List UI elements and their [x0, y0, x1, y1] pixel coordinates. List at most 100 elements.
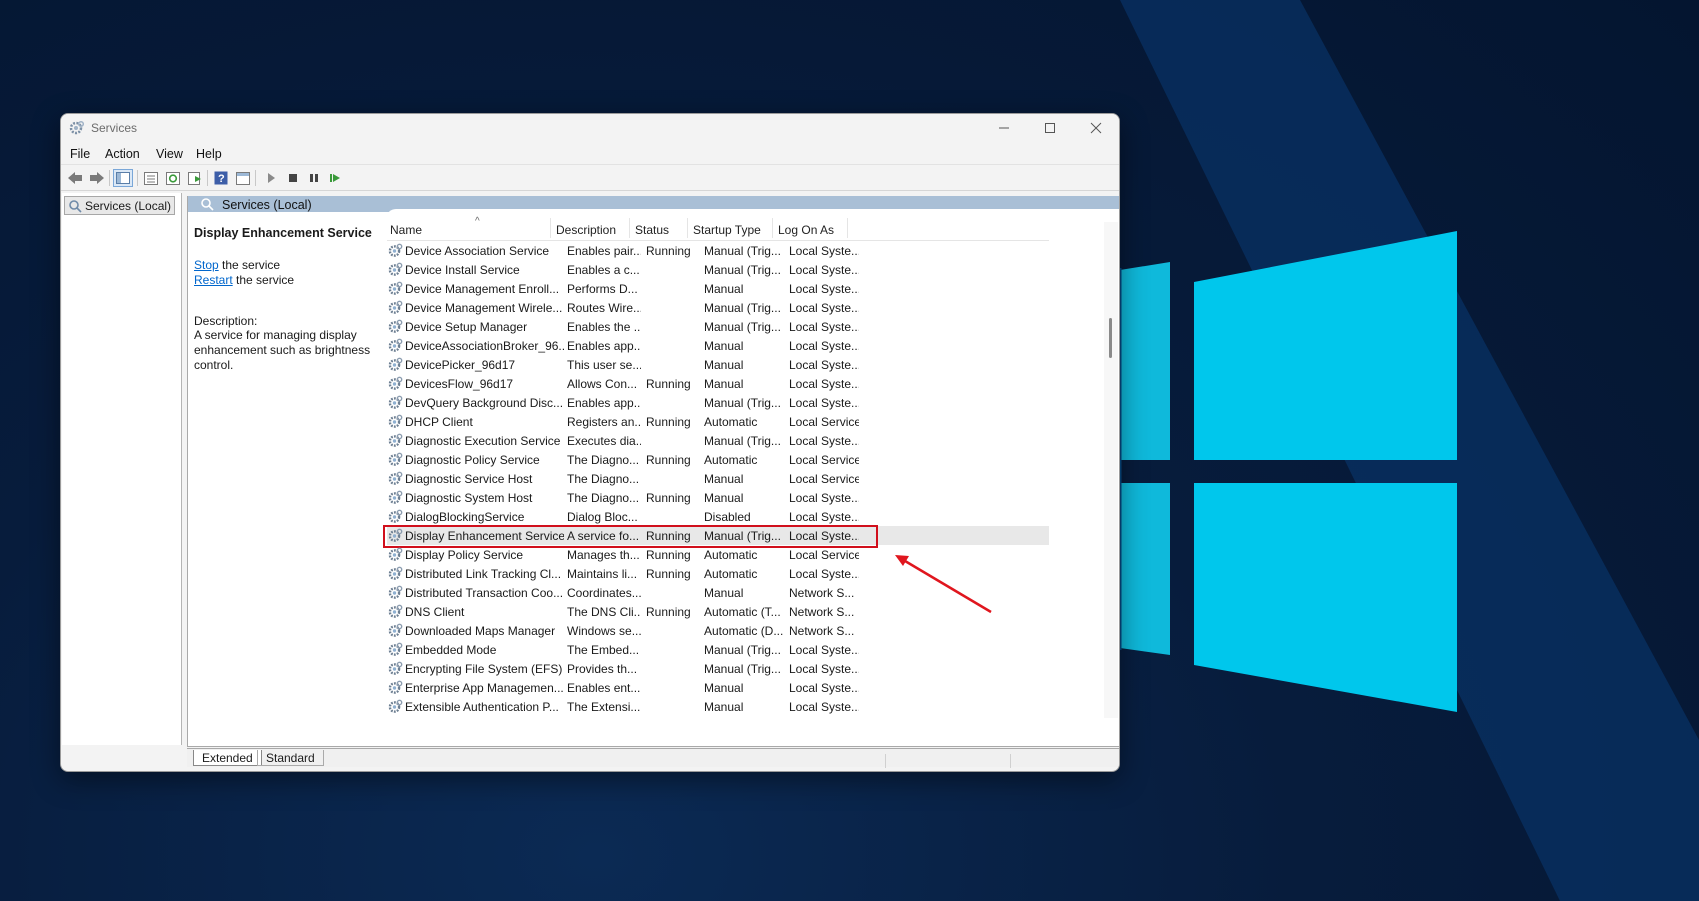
table-row[interactable]: DevicePicker_96d17 This user se... Manual L… — [387, 355, 1049, 374]
service-gear-icon — [388, 395, 403, 413]
back-icon[interactable] — [65, 169, 85, 187]
service-name: DeviceAssociationBroker_96... — [405, 339, 564, 353]
view-tabs: Extended Standard — [187, 748, 1119, 767]
table-row[interactable]: Downloaded Maps Manager Windows se... Auto… — [387, 621, 1049, 640]
table-row[interactable]: Diagnostic Service Host The Diagno... Manu… — [387, 469, 1049, 488]
service-log-on-as: Local Service — [789, 415, 859, 429]
service-row-selected[interactable]: Display Enhancement Service A service fo.… — [383, 525, 1049, 548]
service-startup-type: Automatic (T... — [704, 605, 781, 619]
column-header-log-on-as[interactable]: Log On As — [778, 223, 834, 237]
svg-text:?: ? — [218, 173, 225, 185]
service-description: The DNS Cli... — [567, 605, 641, 619]
refresh-icon[interactable] — [163, 169, 183, 187]
service-log-on-as: Local Syste... — [789, 491, 859, 505]
scrollbar-thumb[interactable] — [1109, 318, 1112, 358]
service-startup-type: Manual — [704, 358, 744, 372]
menu-action[interactable]: Action — [105, 147, 140, 161]
table-row[interactable]: DHCP Client Registers an... Running Automat… — [387, 412, 1049, 431]
service-gear-icon — [388, 680, 403, 698]
maximize-icon[interactable] — [1027, 114, 1073, 142]
help-icon[interactable]: ? — [211, 169, 231, 187]
service-description: Provides th... — [567, 662, 638, 676]
table-row[interactable]: Device Setup Manager Enables the ... Manua… — [387, 317, 1049, 336]
table-row[interactable]: DNS Client The DNS Cli... Running Automatic… — [387, 602, 1049, 621]
vertical-scrollbar[interactable] — [1104, 222, 1118, 718]
column-header-status[interactable]: Status — [635, 223, 669, 237]
table-row[interactable]: Encrypting File System (EFS) Provides th.… — [387, 659, 1049, 678]
table-row[interactable]: Device Install Service Enables a c... Manu… — [387, 260, 1049, 279]
tab-extended[interactable]: Extended — [193, 750, 262, 766]
service-status: Running — [646, 415, 691, 429]
service-name: Device Install Service — [405, 263, 520, 277]
column-header-description[interactable]: Description — [556, 223, 616, 237]
service-gear-icon — [388, 262, 403, 280]
restart-service-link[interactable]: Restart — [194, 273, 233, 287]
search-gear-icon — [69, 199, 82, 213]
service-startup-type: Manual (Trig... — [704, 263, 781, 277]
console-view-icon[interactable] — [233, 169, 253, 187]
menu-view[interactable]: View — [156, 147, 183, 161]
menu-bar: File Action View Help — [61, 144, 1119, 165]
export-list-icon[interactable] — [185, 169, 205, 187]
table-row[interactable]: DevQuery Background Disc... Enables app..… — [387, 393, 1049, 412]
close-icon[interactable] — [1073, 114, 1119, 142]
pause-service-icon[interactable] — [304, 169, 324, 187]
column-header-startup-type[interactable]: Startup Type — [693, 223, 761, 237]
service-log-on-as: Network S... — [789, 586, 855, 600]
service-startup-type: Automatic (D... — [704, 624, 784, 638]
toolbar: ? — [61, 166, 1119, 191]
service-name: Device Association Service — [405, 244, 550, 258]
minimize-icon[interactable] — [981, 114, 1027, 142]
stop-service-icon[interactable] — [283, 169, 303, 187]
service-log-on-as: Local Syste... — [789, 510, 859, 524]
title-bar[interactable]: Services — [61, 114, 1119, 142]
table-row[interactable]: Embedded Mode The Embed... Manual (Trig...… — [387, 640, 1049, 659]
table-row[interactable]: DeviceAssociationBroker_96... Enables app… — [387, 336, 1049, 355]
menu-help[interactable]: Help — [196, 147, 222, 161]
stop-service-link[interactable]: Stop — [194, 258, 219, 272]
service-gear-icon — [388, 433, 403, 451]
table-row[interactable]: Diagnostic Policy Service The Diagno... Ru… — [387, 450, 1049, 469]
console-tree: Services (Local) — [62, 193, 182, 745]
menu-file[interactable]: File — [70, 147, 90, 161]
service-description: Routes Wire... — [567, 301, 641, 315]
service-startup-type: Manual (Trig... — [704, 320, 781, 334]
table-row[interactable]: Distributed Link Tracking Cl... Maintains… — [387, 564, 1049, 583]
service-log-on-as: Local Syste... — [789, 320, 859, 334]
table-row[interactable]: Enterprise App Managemen... Enables ent..… — [387, 678, 1049, 697]
service-description: Windows se... — [567, 624, 641, 638]
forward-icon[interactable] — [87, 169, 107, 187]
table-row[interactable]: Display Policy Service Manages th... Runni… — [387, 545, 1049, 564]
table-row[interactable]: DevicesFlow_96d17 Allows Con... Running Man… — [387, 374, 1049, 393]
table-row[interactable]: Device Association Service Enables pair..… — [387, 241, 1049, 260]
service-log-on-as: Local Syste... — [789, 662, 859, 676]
service-description: Enables app... — [567, 396, 641, 410]
start-service-icon[interactable] — [261, 169, 281, 187]
tree-item-label: Services (Local) — [85, 198, 172, 213]
service-description: Allows Con... — [567, 377, 638, 391]
show-hide-console-tree-icon[interactable] — [113, 169, 133, 187]
service-startup-type: Manual — [704, 282, 744, 296]
service-log-on-as: Local Syste... — [789, 339, 859, 353]
column-header-name[interactable]: Name — [390, 223, 422, 237]
table-row[interactable]: DialogBlockingService Dialog Bloc... Disab… — [387, 507, 1049, 526]
table-row[interactable]: Device Management Wirele... Routes Wire..… — [387, 298, 1049, 317]
table-row[interactable]: Diagnostic System Host The Diagno... Runni… — [387, 488, 1049, 507]
table-row[interactable]: Distributed Transaction Coo... Coordinate… — [387, 583, 1049, 602]
service-gear-icon — [388, 300, 403, 318]
service-name: DevicePicker_96d17 — [405, 358, 516, 372]
restart-service-icon[interactable] — [325, 169, 345, 187]
pane-header: Services (Local) — [188, 196, 1119, 219]
service-description: Maintains li... — [567, 567, 638, 581]
service-gear-icon — [388, 357, 403, 375]
table-row[interactable]: Diagnostic Execution Service Executes dia… — [387, 431, 1049, 450]
table-row[interactable]: Extensible Authentication P... The Extens… — [387, 697, 1049, 716]
service-description: Enables the ... — [567, 320, 641, 334]
properties-icon[interactable] — [141, 169, 161, 187]
table-row[interactable]: Device Management Enroll... Performs D...… — [387, 279, 1049, 298]
tree-item-services-local[interactable]: Services (Local) — [64, 196, 175, 215]
service-log-on-as: Local Service — [789, 472, 859, 486]
service-name: Extensible Authentication P... — [405, 700, 559, 714]
service-gear-icon — [388, 490, 403, 508]
tab-standard[interactable]: Standard — [257, 750, 324, 766]
